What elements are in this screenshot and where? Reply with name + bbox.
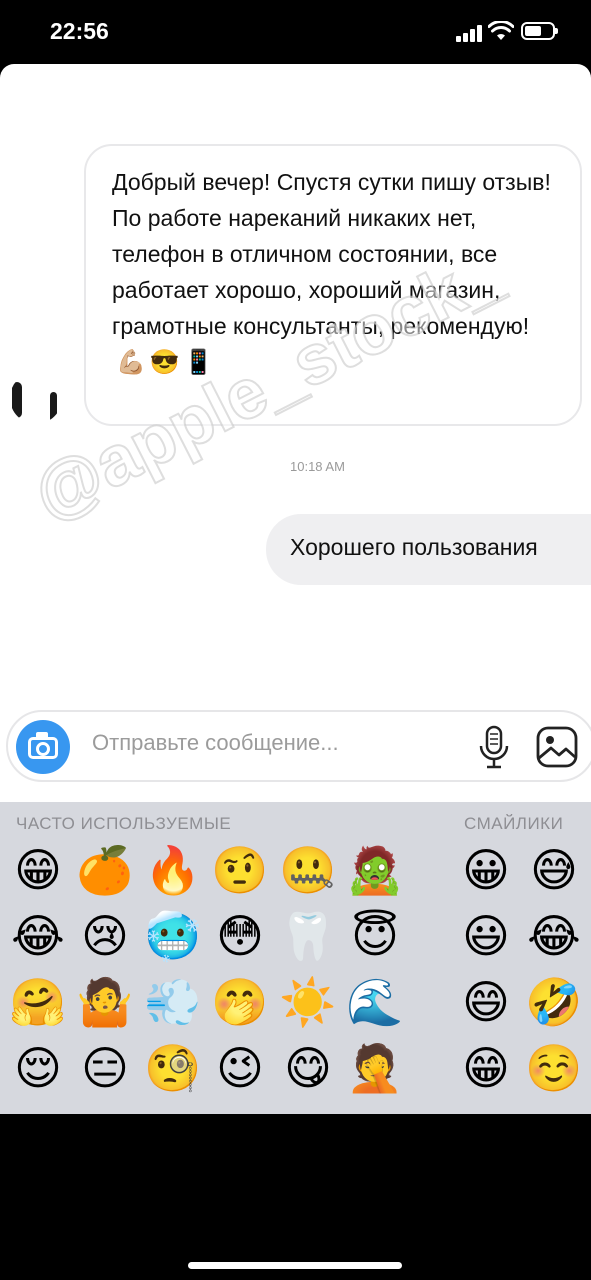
emoji-key[interactable]: 😀 <box>456 840 516 900</box>
emoji-key[interactable]: 😂 <box>524 906 584 966</box>
home-area <box>0 1114 591 1280</box>
sunglasses-emoji: 😎 <box>149 349 180 376</box>
emoji-key[interactable]: 😅 <box>524 840 584 900</box>
emoji-key[interactable]: 🤦 <box>345 1038 405 1098</box>
emoji-key[interactable]: 🌊 <box>345 972 405 1032</box>
emoji-key[interactable]: 🦷 <box>278 906 338 966</box>
emoji-key[interactable]: 😁 <box>8 840 68 900</box>
battery-fill <box>525 26 541 36</box>
emoji-key[interactable]: 🥶 <box>143 906 203 966</box>
emoji-key[interactable]: ☀️ <box>278 972 338 1032</box>
emoji-key[interactable]: 😄 <box>456 972 516 1032</box>
sender-avatar[interactable] <box>10 372 62 424</box>
message-input[interactable] <box>92 730 412 756</box>
emoji-key[interactable]: 🧐 <box>143 1038 203 1098</box>
emoji-key[interactable]: 😂 <box>8 906 68 966</box>
status-time: 22:56 <box>50 18 109 44</box>
message-timestamp: 10:18 AM <box>290 459 345 474</box>
gallery-icon[interactable] <box>534 724 580 770</box>
emoji-key[interactable]: 🤨 <box>210 840 270 900</box>
message-composer <box>6 710 591 782</box>
battery-icon <box>521 22 558 40</box>
emoji-key[interactable]: 🤣 <box>524 972 584 1032</box>
home-indicator[interactable] <box>188 1262 402 1269</box>
emoji-key[interactable]: ☺️ <box>524 1038 584 1098</box>
emoji-key[interactable]: 🤷 <box>75 972 135 1032</box>
cellular-signal-icon <box>456 24 484 42</box>
emoji-key[interactable]: 🤐 <box>278 840 338 900</box>
emoji-key[interactable]: 🤗 <box>8 972 68 1032</box>
emoji-key[interactable]: 😢 <box>75 906 135 966</box>
camera-button[interactable] <box>16 720 70 774</box>
message-line: Добрый вечер! Спустя сутки пишу отзыв! <box>112 169 551 195</box>
status-bar: 22:56 <box>0 0 591 64</box>
emoji-key[interactable]: 😉 <box>210 1038 270 1098</box>
emoji-key[interactable]: 🧟 <box>345 840 405 900</box>
emoji-key[interactable]: 😇 <box>345 906 405 966</box>
emoji-keyboard[interactable]: ЧАСТО ИСПОЛЬЗУЕМЫЕ СМАЙЛИКИ 😁 🍊 🔥 🤨 🤐 🧟 😂 😢 🥶 😳 🦷 😇… <box>0 802 591 1114</box>
emoji-key[interactable]: 🤭 <box>210 972 270 1032</box>
emoji-key[interactable]: 💨 <box>143 972 203 1032</box>
outgoing-message-bubble[interactable]: Хорошего пользования <box>266 514 591 585</box>
emoji-key[interactable]: 🔥 <box>143 840 203 900</box>
emoji-key[interactable]: 😁 <box>456 1038 516 1098</box>
microphone-icon[interactable] <box>474 724 514 770</box>
wifi-icon <box>488 21 514 40</box>
emoji-key[interactable]: 😑 <box>75 1038 135 1098</box>
emoji-key[interactable]: 😃 <box>456 906 516 966</box>
flexed-biceps-emoji: 💪🏼 <box>116 349 146 376</box>
emoji-key[interactable]: 😌 <box>8 1038 68 1098</box>
section-label-frequent: ЧАСТО ИСПОЛЬЗУЕМЫЕ <box>16 814 232 833</box>
emoji-key[interactable]: 😳 <box>210 906 270 966</box>
section-label-smileys: СМАЙЛИКИ <box>464 814 564 833</box>
emoji-key[interactable]: 🍊 <box>75 840 135 900</box>
emoji-key[interactable]: 😋 <box>278 1038 338 1098</box>
outgoing-message-text: Хорошего пользования <box>290 534 538 560</box>
